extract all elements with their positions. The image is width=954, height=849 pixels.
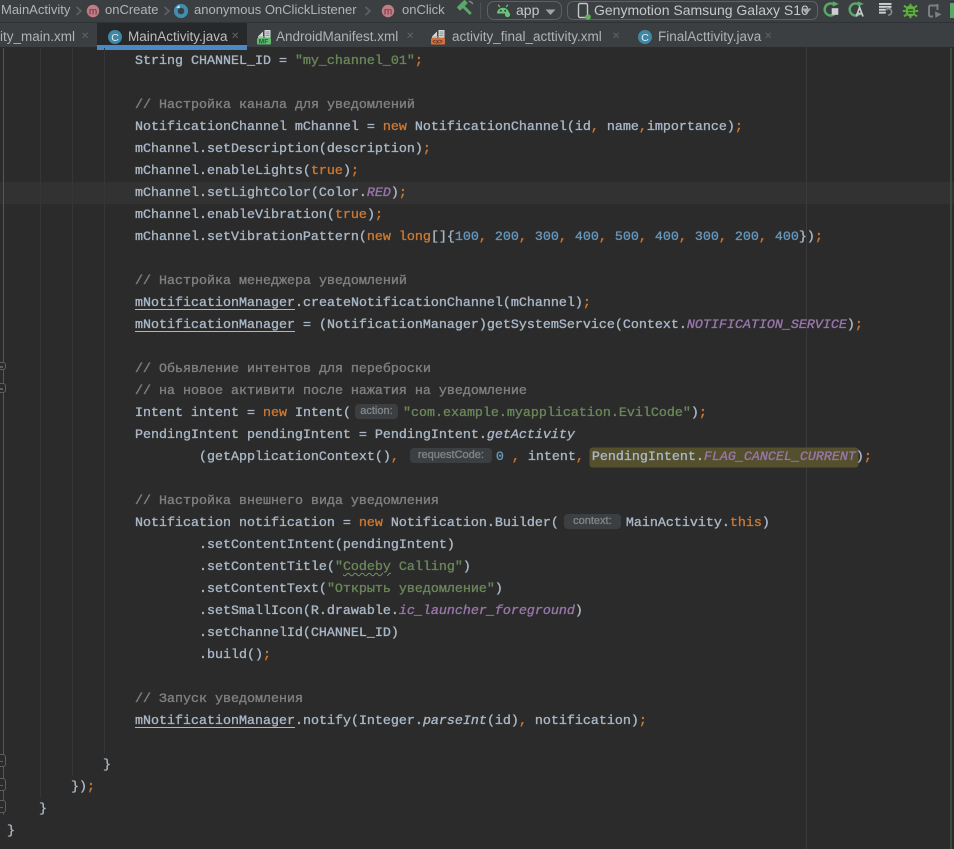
svg-text:MF: MF — [259, 38, 268, 45]
svg-text:C: C — [641, 32, 649, 44]
svg-text:m: m — [89, 7, 97, 18]
svg-text:<x>: <x> — [432, 39, 443, 45]
svg-text:C: C — [111, 32, 119, 44]
svg-text:m: m — [384, 7, 392, 18]
